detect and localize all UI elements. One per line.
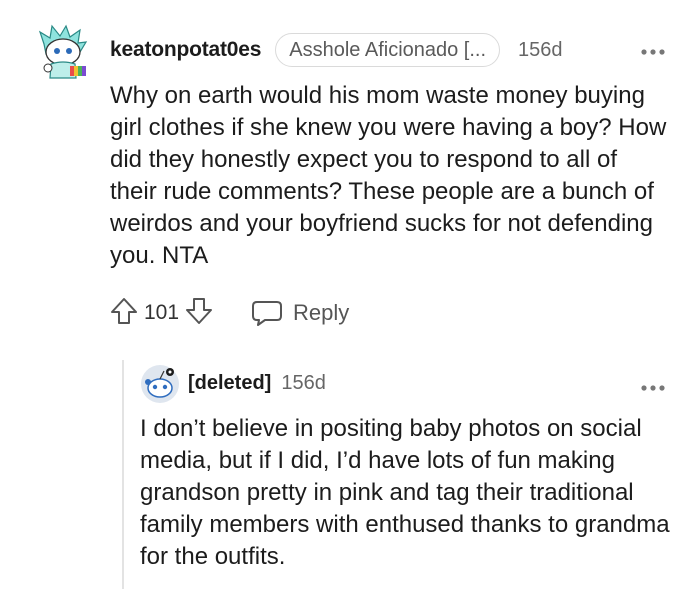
vote-score: 101 (144, 301, 180, 324)
reply-more-options-button[interactable] (640, 380, 666, 392)
downvote-arrow-icon (186, 297, 213, 324)
upvote-arrow-icon (111, 297, 137, 324)
snoo-avatar-icon (38, 24, 88, 79)
reply-avatar (140, 364, 180, 404)
thread-line[interactable] (122, 360, 124, 589)
more-dots-icon (641, 385, 665, 391)
comment-actions: 101 Reply (110, 293, 349, 333)
default-snoo-avatar-icon (141, 365, 179, 403)
user-avatar[interactable] (36, 24, 90, 80)
comment-author[interactable]: keatonpotat0es (110, 38, 261, 62)
comment-age: 156d (518, 38, 563, 61)
user-flair: Asshole Aficionado [... (275, 33, 501, 67)
reply-body: I don’t believe in positing baby photos … (140, 415, 670, 570)
comment-body: Why on earth would his mom waste money b… (110, 82, 667, 269)
downvote-button[interactable] (185, 296, 213, 331)
reply-label: Reply (293, 300, 350, 325)
comment-header: keatonpotat0es Asshole Aficionado [... 1… (110, 32, 563, 68)
reply-button[interactable]: Reply (251, 298, 349, 328)
reply-header: [deleted] 156d (188, 368, 326, 398)
more-dots-icon (641, 49, 665, 55)
chat-bubble-icon (252, 301, 283, 326)
reply-age: 156d (281, 371, 326, 394)
upvote-button[interactable] (110, 296, 138, 331)
more-options-button[interactable] (640, 44, 666, 56)
reply-author: [deleted] (188, 371, 272, 394)
